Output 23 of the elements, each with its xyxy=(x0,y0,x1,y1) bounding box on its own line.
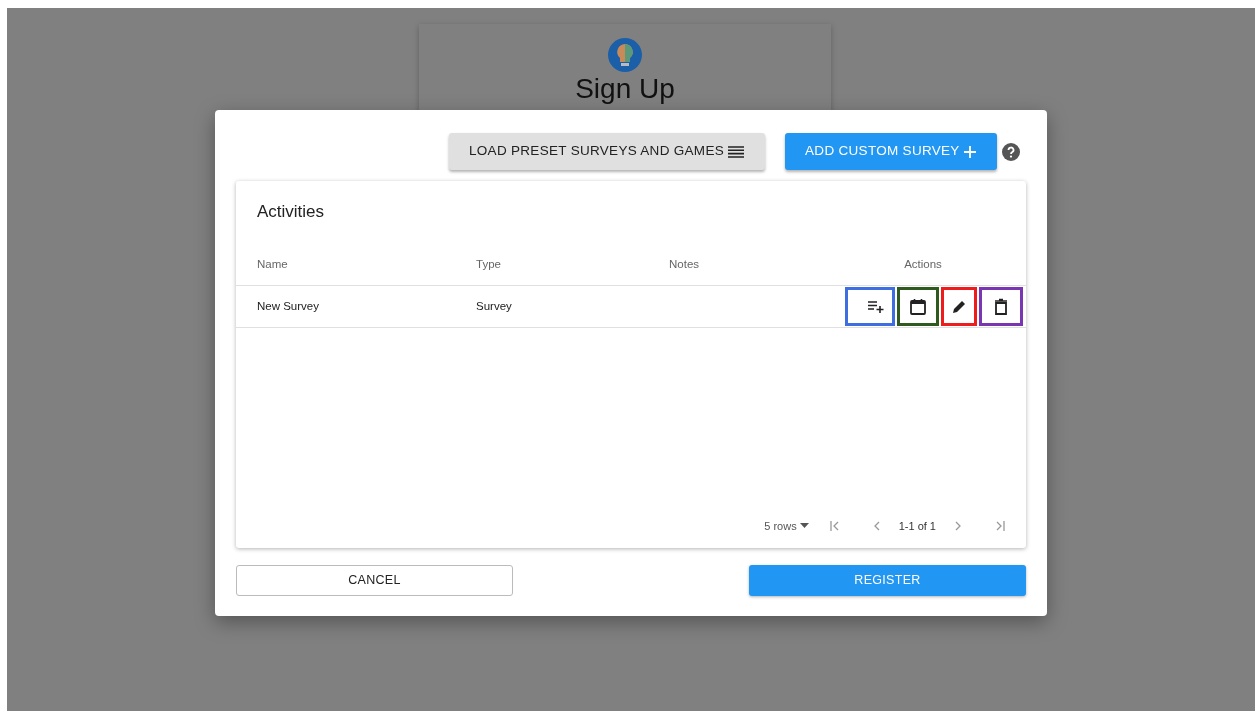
column-header: Notes xyxy=(669,257,701,273)
chevron-icon xyxy=(994,519,1006,532)
page-range: 1-1 of 1 xyxy=(898,518,936,534)
chevron-icon xyxy=(828,519,841,532)
rows-per-page-dropdown[interactable]: 5 rows xyxy=(760,517,813,534)
delete-button[interactable] xyxy=(979,287,1023,326)
add-to-list-button[interactable] xyxy=(845,287,895,326)
load-presets-button[interactable]: LOAD PRESET SURVEYS AND GAMES xyxy=(449,133,766,170)
lightbulb-logo-icon xyxy=(608,38,642,72)
card-title: Activities xyxy=(256,201,326,223)
edit-button[interactable] xyxy=(941,287,977,326)
plus-icon xyxy=(962,144,977,159)
table-cell-text: Survey xyxy=(476,298,513,314)
caret-icon xyxy=(799,523,809,529)
column-header: Name xyxy=(257,257,289,273)
table-cell-text: New Survey xyxy=(257,298,320,314)
page-title: Sign Up xyxy=(575,74,675,105)
list-icon xyxy=(727,144,746,159)
schedule-button[interactable] xyxy=(897,287,939,326)
cancel-button[interactable]: CANCEL xyxy=(236,565,513,596)
column-header: Type xyxy=(476,257,502,273)
calendar-icon xyxy=(908,296,928,317)
column-header: Actions xyxy=(903,257,943,273)
